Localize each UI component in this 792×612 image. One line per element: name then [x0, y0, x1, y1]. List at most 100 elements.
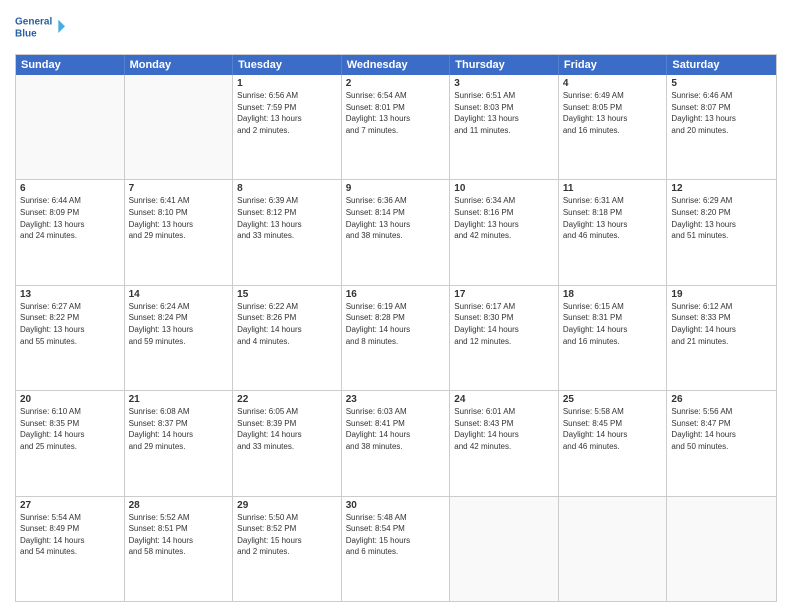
calendar-cell [667, 497, 776, 601]
sun-info: Sunrise: 6:56 AMSunset: 7:59 PMDaylight:… [237, 90, 337, 136]
sun-info: Sunrise: 6:01 AMSunset: 8:43 PMDaylight:… [454, 406, 554, 452]
sun-info: Sunrise: 6:05 AMSunset: 8:39 PMDaylight:… [237, 406, 337, 452]
sun-info: Sunrise: 6:22 AMSunset: 8:26 PMDaylight:… [237, 301, 337, 347]
sun-info: Sunrise: 6:24 AMSunset: 8:24 PMDaylight:… [129, 301, 229, 347]
calendar-cell: 29Sunrise: 5:50 AMSunset: 8:52 PMDayligh… [233, 497, 342, 601]
sun-info: Sunrise: 6:03 AMSunset: 8:41 PMDaylight:… [346, 406, 446, 452]
calendar-cell: 28Sunrise: 5:52 AMSunset: 8:51 PMDayligh… [125, 497, 234, 601]
calendar-cell: 17Sunrise: 6:17 AMSunset: 8:30 PMDayligh… [450, 286, 559, 390]
calendar-cell: 12Sunrise: 6:29 AMSunset: 8:20 PMDayligh… [667, 180, 776, 284]
sun-info: Sunrise: 6:51 AMSunset: 8:03 PMDaylight:… [454, 90, 554, 136]
calendar-cell: 2Sunrise: 6:54 AMSunset: 8:01 PMDaylight… [342, 75, 451, 179]
sun-info: Sunrise: 5:50 AMSunset: 8:52 PMDaylight:… [237, 512, 337, 558]
day-number: 25 [563, 394, 663, 405]
day-number: 23 [346, 394, 446, 405]
calendar-cell: 24Sunrise: 6:01 AMSunset: 8:43 PMDayligh… [450, 391, 559, 495]
sun-info: Sunrise: 6:27 AMSunset: 8:22 PMDaylight:… [20, 301, 120, 347]
calendar-day-header: Thursday [450, 55, 559, 75]
day-number: 5 [671, 78, 772, 89]
calendar-cell: 9Sunrise: 6:36 AMSunset: 8:14 PMDaylight… [342, 180, 451, 284]
sun-info: Sunrise: 5:54 AMSunset: 8:49 PMDaylight:… [20, 512, 120, 558]
day-number: 19 [671, 289, 772, 300]
calendar-body: 1Sunrise: 6:56 AMSunset: 7:59 PMDaylight… [16, 75, 776, 601]
calendar-row: 1Sunrise: 6:56 AMSunset: 7:59 PMDaylight… [16, 75, 776, 180]
day-number: 12 [671, 183, 772, 194]
calendar-cell [450, 497, 559, 601]
sun-info: Sunrise: 6:41 AMSunset: 8:10 PMDaylight:… [129, 195, 229, 241]
calendar-cell: 6Sunrise: 6:44 AMSunset: 8:09 PMDaylight… [16, 180, 125, 284]
day-number: 16 [346, 289, 446, 300]
calendar-cell: 30Sunrise: 5:48 AMSunset: 8:54 PMDayligh… [342, 497, 451, 601]
day-number: 2 [346, 78, 446, 89]
calendar-cell: 15Sunrise: 6:22 AMSunset: 8:26 PMDayligh… [233, 286, 342, 390]
sun-info: Sunrise: 6:46 AMSunset: 8:07 PMDaylight:… [671, 90, 772, 136]
day-number: 24 [454, 394, 554, 405]
day-number: 10 [454, 183, 554, 194]
calendar-day-header: Monday [125, 55, 234, 75]
day-number: 1 [237, 78, 337, 89]
calendar-cell: 4Sunrise: 6:49 AMSunset: 8:05 PMDaylight… [559, 75, 668, 179]
sun-info: Sunrise: 6:49 AMSunset: 8:05 PMDaylight:… [563, 90, 663, 136]
header: General Blue [15, 10, 777, 46]
day-number: 7 [129, 183, 229, 194]
calendar-cell: 27Sunrise: 5:54 AMSunset: 8:49 PMDayligh… [16, 497, 125, 601]
calendar-cell [125, 75, 234, 179]
calendar-cell: 11Sunrise: 6:31 AMSunset: 8:18 PMDayligh… [559, 180, 668, 284]
calendar-cell: 3Sunrise: 6:51 AMSunset: 8:03 PMDaylight… [450, 75, 559, 179]
sun-info: Sunrise: 5:58 AMSunset: 8:45 PMDaylight:… [563, 406, 663, 452]
svg-text:Blue: Blue [15, 28, 37, 39]
sun-info: Sunrise: 6:44 AMSunset: 8:09 PMDaylight:… [20, 195, 120, 241]
sun-info: Sunrise: 6:10 AMSunset: 8:35 PMDaylight:… [20, 406, 120, 452]
calendar-cell: 22Sunrise: 6:05 AMSunset: 8:39 PMDayligh… [233, 391, 342, 495]
day-number: 6 [20, 183, 120, 194]
calendar-day-header: Tuesday [233, 55, 342, 75]
calendar-cell [16, 75, 125, 179]
calendar-row: 20Sunrise: 6:10 AMSunset: 8:35 PMDayligh… [16, 391, 776, 496]
logo: General Blue [15, 10, 65, 46]
day-number: 26 [671, 394, 772, 405]
sun-info: Sunrise: 6:15 AMSunset: 8:31 PMDaylight:… [563, 301, 663, 347]
sun-info: Sunrise: 6:34 AMSunset: 8:16 PMDaylight:… [454, 195, 554, 241]
calendar-row: 13Sunrise: 6:27 AMSunset: 8:22 PMDayligh… [16, 286, 776, 391]
sun-info: Sunrise: 6:54 AMSunset: 8:01 PMDaylight:… [346, 90, 446, 136]
day-number: 18 [563, 289, 663, 300]
calendar-cell: 5Sunrise: 6:46 AMSunset: 8:07 PMDaylight… [667, 75, 776, 179]
calendar-cell: 13Sunrise: 6:27 AMSunset: 8:22 PMDayligh… [16, 286, 125, 390]
calendar-cell: 1Sunrise: 6:56 AMSunset: 7:59 PMDaylight… [233, 75, 342, 179]
day-number: 9 [346, 183, 446, 194]
calendar-cell: 16Sunrise: 6:19 AMSunset: 8:28 PMDayligh… [342, 286, 451, 390]
sun-info: Sunrise: 6:08 AMSunset: 8:37 PMDaylight:… [129, 406, 229, 452]
sun-info: Sunrise: 6:12 AMSunset: 8:33 PMDaylight:… [671, 301, 772, 347]
day-number: 15 [237, 289, 337, 300]
page: General Blue SundayMondayTuesdayWednesda… [0, 0, 792, 612]
calendar-cell: 14Sunrise: 6:24 AMSunset: 8:24 PMDayligh… [125, 286, 234, 390]
day-number: 20 [20, 394, 120, 405]
calendar-cell: 23Sunrise: 6:03 AMSunset: 8:41 PMDayligh… [342, 391, 451, 495]
day-number: 30 [346, 500, 446, 511]
day-number: 22 [237, 394, 337, 405]
calendar-cell: 19Sunrise: 6:12 AMSunset: 8:33 PMDayligh… [667, 286, 776, 390]
day-number: 29 [237, 500, 337, 511]
day-number: 21 [129, 394, 229, 405]
svg-text:General: General [15, 17, 52, 28]
calendar-day-header: Sunday [16, 55, 125, 75]
sun-info: Sunrise: 6:17 AMSunset: 8:30 PMDaylight:… [454, 301, 554, 347]
day-number: 8 [237, 183, 337, 194]
day-number: 11 [563, 183, 663, 194]
calendar-cell: 20Sunrise: 6:10 AMSunset: 8:35 PMDayligh… [16, 391, 125, 495]
sun-info: Sunrise: 5:56 AMSunset: 8:47 PMDaylight:… [671, 406, 772, 452]
sun-info: Sunrise: 6:39 AMSunset: 8:12 PMDaylight:… [237, 195, 337, 241]
calendar-cell [559, 497, 668, 601]
sun-info: Sunrise: 6:19 AMSunset: 8:28 PMDaylight:… [346, 301, 446, 347]
day-number: 27 [20, 500, 120, 511]
sun-info: Sunrise: 6:36 AMSunset: 8:14 PMDaylight:… [346, 195, 446, 241]
day-number: 13 [20, 289, 120, 300]
calendar-cell: 18Sunrise: 6:15 AMSunset: 8:31 PMDayligh… [559, 286, 668, 390]
calendar-cell: 8Sunrise: 6:39 AMSunset: 8:12 PMDaylight… [233, 180, 342, 284]
day-number: 3 [454, 78, 554, 89]
calendar-header: SundayMondayTuesdayWednesdayThursdayFrid… [16, 55, 776, 75]
sun-info: Sunrise: 6:29 AMSunset: 8:20 PMDaylight:… [671, 195, 772, 241]
logo-svg: General Blue [15, 10, 65, 46]
sun-info: Sunrise: 5:52 AMSunset: 8:51 PMDaylight:… [129, 512, 229, 558]
day-number: 17 [454, 289, 554, 300]
